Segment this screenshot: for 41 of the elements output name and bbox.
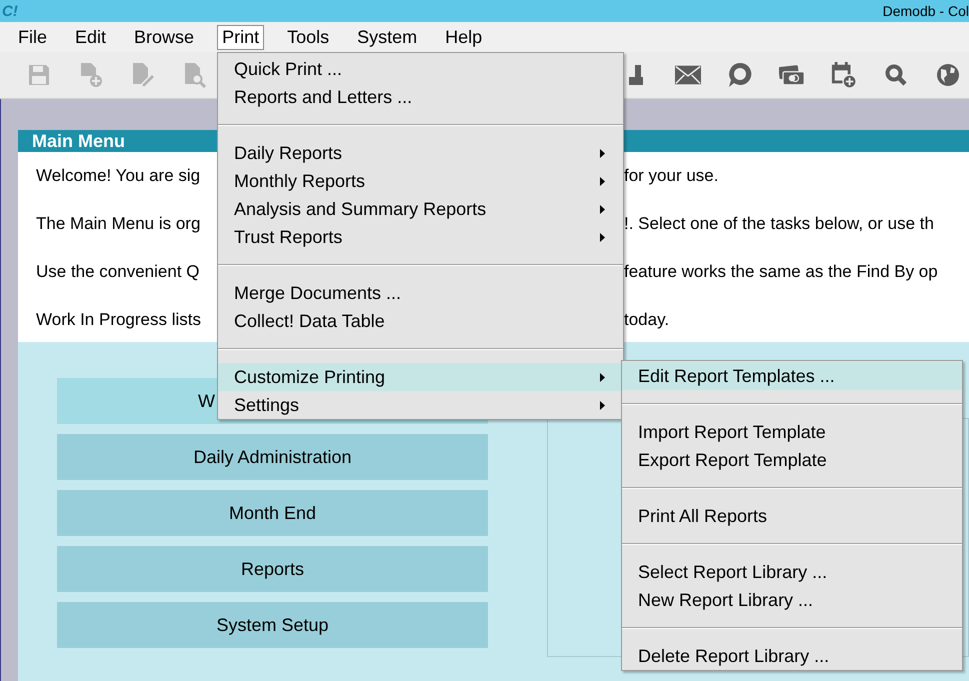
menu-entry[interactable]: Delete Report Library ... bbox=[622, 642, 962, 670]
paragraph: The Main Menu is org bbox=[36, 214, 200, 235]
paragraph: feature works the same as the Find By op bbox=[624, 262, 938, 283]
paragraph: Welcome! You are sig bbox=[36, 166, 200, 187]
menu-button[interactable]: Daily Administration bbox=[57, 434, 488, 480]
speech-bubble-icon[interactable] bbox=[728, 62, 752, 88]
menu-entry[interactable]: Reports and Letters ... bbox=[218, 83, 623, 111]
paragraph: for your use. bbox=[624, 166, 718, 187]
menu-entry[interactable]: Import Report Template bbox=[622, 418, 962, 446]
menu-entry[interactable]: Merge Documents ... bbox=[218, 279, 623, 307]
paragraph: Use the convenient Q bbox=[36, 262, 200, 283]
menu-entry[interactable]: Customize Printing bbox=[218, 363, 623, 391]
menu-item[interactable]: Tools bbox=[282, 24, 334, 50]
menu-entry[interactable]: Settings bbox=[218, 391, 623, 419]
menu-entry[interactable]: Print All Reports bbox=[622, 502, 962, 530]
menu-entry[interactable]: Export Report Template bbox=[622, 446, 962, 474]
menu-item[interactable]: Browse bbox=[129, 24, 200, 50]
menu-button[interactable]: System Setup bbox=[57, 602, 488, 648]
paragraph: !. Select one of the tasks below, or use th bbox=[624, 214, 934, 235]
globe-icon[interactable] bbox=[936, 63, 960, 87]
search-icon[interactable] bbox=[885, 64, 907, 86]
calendar-add-icon[interactable] bbox=[831, 60, 857, 90]
app-logo: C! bbox=[2, 2, 18, 20]
menu-entry[interactable]: Trust Reports bbox=[218, 223, 623, 251]
menu-item[interactable]: Help bbox=[440, 24, 488, 50]
menu-entry[interactable]: Collect! Data Table bbox=[218, 307, 623, 335]
menu-entry[interactable]: Select Report Library ... bbox=[622, 558, 962, 586]
menu-entry[interactable]: New Report Library ... bbox=[622, 586, 962, 614]
menu-item[interactable]: System bbox=[352, 24, 422, 50]
menu-item[interactable]: File bbox=[13, 24, 52, 50]
menu-entry[interactable]: Monthly Reports bbox=[218, 167, 623, 195]
menu-entry[interactable]: Analysis and Summary Reports bbox=[218, 195, 623, 223]
paragraph: Work In Progress lists bbox=[36, 310, 202, 331]
menu-button[interactable]: Reports bbox=[57, 546, 488, 592]
envelope-icon[interactable] bbox=[675, 65, 701, 85]
paragraph: today. bbox=[624, 310, 670, 331]
window-title: Demodb - Col bbox=[882, 3, 969, 19]
menu-button[interactable]: Month End bbox=[57, 490, 488, 536]
menu-item[interactable]: Edit bbox=[70, 24, 112, 50]
menu-entry[interactable]: Edit Report Templates ... bbox=[622, 362, 962, 390]
menu-item[interactable]: Print bbox=[217, 24, 264, 50]
